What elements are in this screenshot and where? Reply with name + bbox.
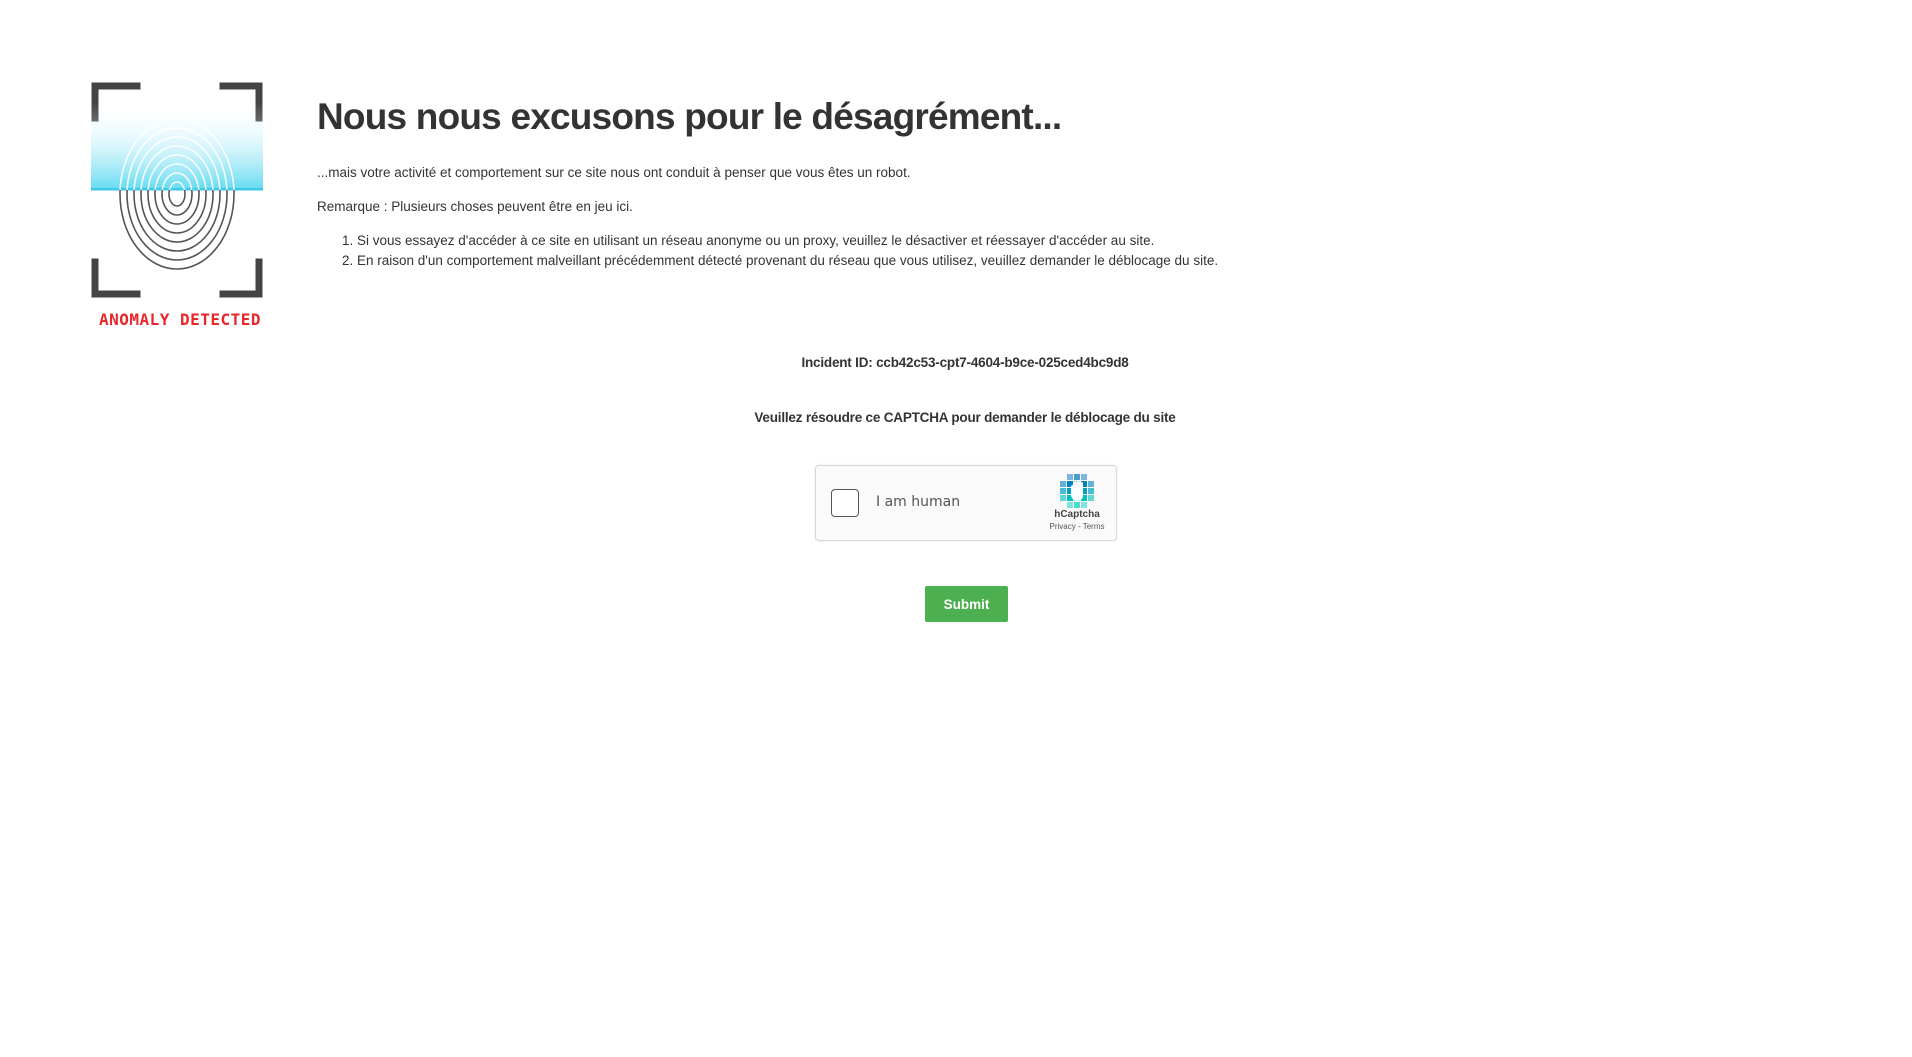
- intro-text: ...mais votre activité et comportement s…: [317, 165, 911, 180]
- hcaptcha-brand-name: hCaptcha: [1054, 509, 1100, 520]
- hcaptcha-links: Privacy - Terms: [1048, 521, 1106, 532]
- hcaptcha-widget: I am human hCaptcha Privacy - Terms: [815, 465, 1117, 541]
- captcha-prompt: Veuillez résoudre ce CAPTCHA pour demand…: [754, 410, 1176, 425]
- page-title: Nous nous excusons pour le désagrément..…: [317, 96, 1062, 137]
- page: ANOMALY DETECTED Nous nous excusons pour…: [0, 0, 1912, 1057]
- anomaly-logo: ANOMALY DETECTED: [91, 82, 269, 332]
- reasons-list: Si vous essayez d'accéder à ce site en u…: [317, 231, 1817, 271]
- remark-text: Remarque : Plusieurs choses peuvent être…: [317, 199, 633, 214]
- message-content: Nous nous excusons pour le désagrément..…: [317, 88, 1817, 271]
- links-separator: -: [1075, 522, 1083, 531]
- fingerprint-scan-icon: [91, 82, 263, 298]
- incident-id: Incident ID: ccb42c53-cpt7-4604-b9ce-025…: [801, 355, 1129, 370]
- terms-link[interactable]: Terms: [1083, 522, 1105, 531]
- hcaptcha-branding: hCaptcha Privacy - Terms: [1048, 474, 1106, 532]
- privacy-link[interactable]: Privacy: [1050, 522, 1076, 531]
- anomaly-caption: ANOMALY DETECTED: [98, 310, 262, 329]
- reason-item: En raison d'un comportement malveillant …: [357, 251, 1817, 271]
- submit-button[interactable]: Submit: [925, 586, 1008, 622]
- checkbox-label: I am human: [876, 494, 961, 510]
- human-checkbox[interactable]: [831, 489, 859, 517]
- reason-item: Si vous essayez d'accéder à ce site en u…: [357, 231, 1817, 251]
- hcaptcha-hand-icon: [1060, 474, 1094, 508]
